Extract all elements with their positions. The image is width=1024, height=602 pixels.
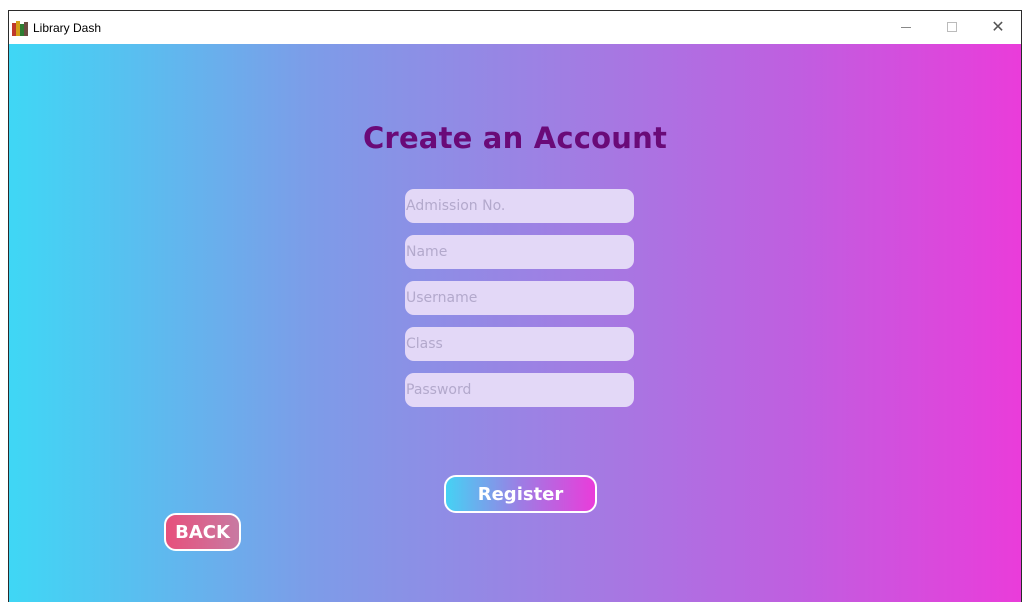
minimize-button[interactable] [883,11,929,43]
register-button[interactable]: Register [444,475,597,513]
close-icon: ✕ [991,17,1005,36]
registration-panel: Create an Account Register BACK [9,44,1021,602]
title-bar[interactable]: Library Dash ✕ [9,11,1021,44]
books-icon [12,20,28,36]
username-input[interactable] [405,281,634,315]
app-window: Library Dash ✕ Create an Account Registe… [8,10,1022,602]
admission-no-input[interactable] [405,189,634,223]
password-input[interactable] [405,373,634,407]
window-title: Library Dash [33,20,102,35]
minimize-icon [901,26,911,28]
maximize-icon [947,22,957,32]
close-button[interactable]: ✕ [975,11,1021,43]
back-button[interactable]: BACK [164,513,241,551]
name-input[interactable] [405,235,634,269]
class-input[interactable] [405,327,634,361]
maximize-button[interactable] [929,11,975,43]
page-title: Create an Account [362,121,668,155]
